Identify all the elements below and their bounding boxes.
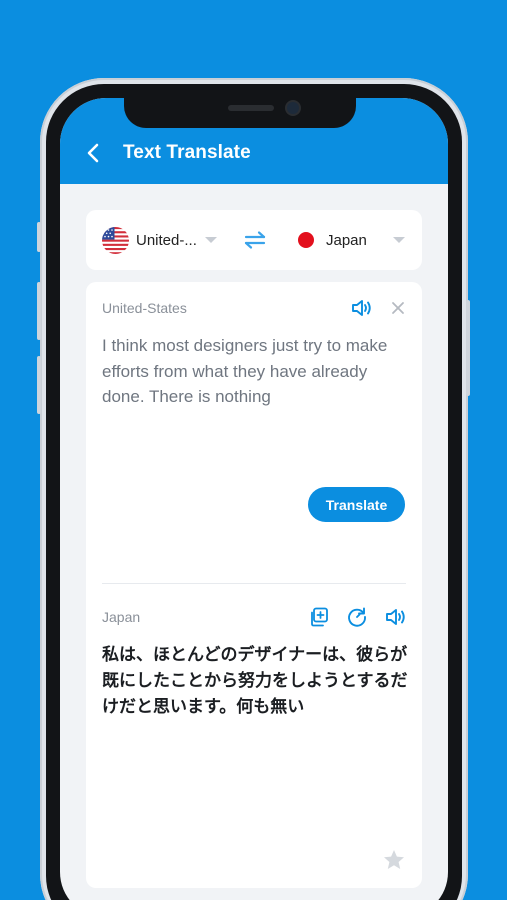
phone-notch <box>124 98 356 128</box>
star-icon[interactable] <box>382 848 406 872</box>
phone-side-button-right <box>466 300 470 396</box>
translation-card: United-States I think most designers jus… <box>86 282 422 888</box>
chevron-left-icon[interactable] <box>84 142 104 164</box>
chevron-down-icon <box>392 237 405 243</box>
divider <box>102 583 406 584</box>
source-language-label: United-States <box>102 300 187 316</box>
speaker-icon[interactable] <box>350 298 372 318</box>
front-camera <box>287 102 299 114</box>
translate-button[interactable]: Translate <box>308 487 405 522</box>
swap-arrows-icon[interactable] <box>243 230 267 250</box>
chevron-down-icon <box>204 237 217 243</box>
copy-icon[interactable] <box>308 606 330 628</box>
translated-text: 私は、ほとんどのデザイナーは、彼らが既にしたことから努力をしようとするだけだと思… <box>102 645 408 717</box>
phone-side-button-left-1 <box>37 222 41 252</box>
page-title: Text Translate <box>123 142 251 163</box>
close-icon[interactable] <box>391 301 405 315</box>
earpiece <box>228 105 274 111</box>
target-language-label: Japan <box>102 609 141 625</box>
refresh-icon[interactable] <box>346 606 368 628</box>
phone-side-button-left-2 <box>37 282 41 340</box>
target-language-name: Japan <box>326 231 367 249</box>
japan-flag-icon <box>298 232 314 248</box>
us-flag-icon <box>102 226 129 254</box>
source-language-dropdown[interactable]: United-... <box>102 226 217 254</box>
phone-side-button-left-3 <box>37 356 41 414</box>
phone-screen: Text Translate United-... Japan United-S… <box>60 98 448 900</box>
source-text-input[interactable]: I think most designers just try to make … <box>102 333 408 410</box>
speaker-icon[interactable] <box>384 607 406 627</box>
source-language-name: United-... <box>136 231 197 249</box>
target-language-dropdown[interactable]: Japan <box>298 226 410 254</box>
language-selector-bar: United-... Japan <box>86 210 422 270</box>
